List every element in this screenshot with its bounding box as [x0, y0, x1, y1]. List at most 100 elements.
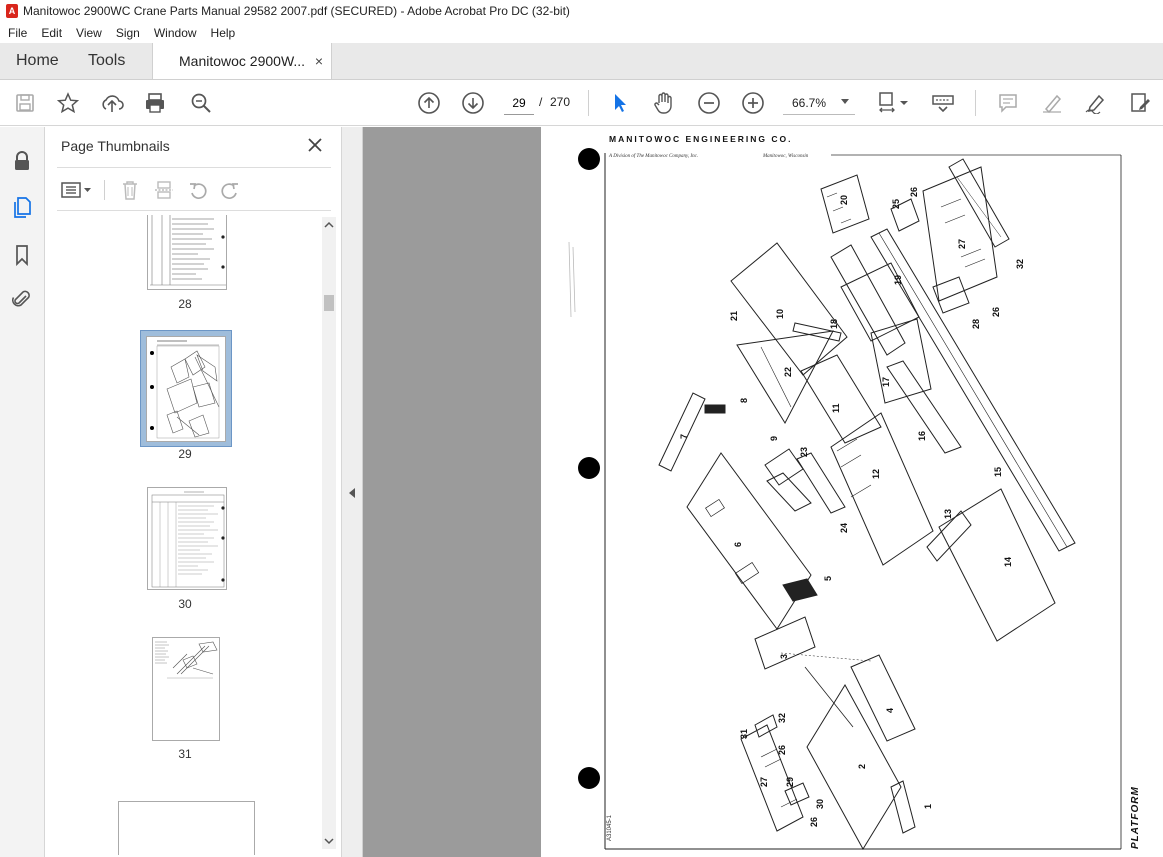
callout-5: 5 — [823, 576, 833, 581]
rotate-left-icon[interactable] — [187, 179, 209, 201]
menu-file[interactable]: File — [8, 26, 27, 40]
thumbnail-label: 29 — [178, 447, 192, 461]
previous-page-icon[interactable] — [417, 91, 441, 115]
callout-32b: 32 — [777, 713, 787, 723]
thumbnail-label: 28 — [178, 297, 192, 311]
print-icon[interactable] — [143, 91, 167, 115]
delete-page-icon[interactable] — [119, 179, 141, 201]
callout-32: 32 — [1015, 259, 1025, 269]
next-page-icon[interactable] — [461, 91, 485, 115]
callout-16: 16 — [917, 431, 927, 441]
thumbnail-label: 31 — [178, 747, 192, 761]
hand-tool-icon[interactable] — [652, 91, 676, 115]
total-pages: 270 — [550, 95, 571, 109]
panel-collapse-handle[interactable] — [342, 127, 363, 857]
callout-7: 7 — [679, 434, 689, 439]
thumbnail-page[interactable] — [152, 637, 220, 741]
callout-14: 14 — [1003, 557, 1013, 567]
title-bar: A Manitowoc 2900WC Crane Parts Manual 29… — [0, 0, 1163, 22]
rotate-right-icon[interactable] — [219, 179, 241, 201]
callout-17: 17 — [881, 377, 891, 387]
callout-26b: 26 — [991, 307, 1001, 317]
thumbnail-scrollbar[interactable] — [322, 217, 336, 849]
page-number-input[interactable] — [504, 91, 534, 115]
left-rail — [0, 127, 45, 857]
upload-cloud-icon[interactable] — [100, 91, 124, 115]
thumbnail-list[interactable]: 28 29 30 31 — [57, 215, 321, 855]
zoom-out-icon[interactable] — [697, 91, 721, 115]
select-cursor-icon[interactable] — [608, 91, 632, 115]
doc-header-sub-right: Manitowoc, Wisconsin — [762, 154, 809, 159]
menu-help[interactable]: Help — [211, 26, 236, 40]
callout-6: 6 — [733, 542, 743, 547]
sign-pen-icon[interactable] — [1084, 91, 1108, 115]
doc-header-title: MANITOWOC ENGINEERING CO. — [609, 134, 793, 144]
tab-tools[interactable]: Tools — [72, 43, 152, 79]
callout-29: 29 — [785, 777, 795, 787]
page-thumbnails-icon[interactable] — [10, 195, 34, 219]
zoom-select[interactable]: 66.7% — [783, 91, 855, 115]
close-icon[interactable] — [307, 137, 323, 153]
thumbnail-page-selected[interactable] — [146, 336, 226, 442]
options-menu-icon[interactable] — [59, 179, 95, 201]
scroll-thumb[interactable] — [324, 295, 334, 311]
menu-sign[interactable]: Sign — [116, 26, 140, 40]
comment-icon[interactable] — [996, 91, 1020, 115]
callout-19: 19 — [893, 275, 903, 285]
window-title: Manitowoc 2900WC Crane Parts Manual 2958… — [23, 4, 570, 18]
menu-bar: File Edit View Sign Window Help — [0, 22, 1163, 43]
chevron-down-icon[interactable] — [324, 837, 334, 845]
fit-page-icon[interactable] — [876, 91, 912, 115]
callout-30: 30 — [815, 799, 825, 809]
panel-toolbar — [57, 167, 331, 211]
star-icon[interactable] — [56, 91, 80, 115]
tab-home[interactable]: Home — [0, 43, 72, 79]
highlight-pen-icon[interactable] — [1040, 91, 1064, 115]
callout-18: 18 — [829, 319, 839, 329]
thumbnail-page[interactable] — [147, 487, 227, 590]
toolbar-divider — [588, 90, 589, 116]
thumbnail-page[interactable] — [147, 215, 227, 290]
chevron-up-icon[interactable] — [324, 221, 334, 229]
callout-22: 22 — [783, 367, 793, 377]
bookmark-icon[interactable] — [10, 243, 34, 267]
callout-27b: 27 — [759, 777, 769, 787]
zoom-value: 66.7% — [792, 95, 827, 110]
save-icon[interactable] — [13, 91, 37, 115]
callout-11: 11 — [831, 403, 841, 413]
keyboard-scroll-icon[interactable] — [931, 91, 955, 115]
callout-1: 1 — [923, 804, 933, 809]
tab-document-label: Manitowoc 2900W... — [179, 53, 306, 69]
chevron-down-icon — [841, 99, 849, 104]
callout-9: 9 — [769, 436, 779, 441]
callout-4: 4 — [885, 708, 895, 713]
callout-2: 2 — [857, 764, 867, 769]
callout-15: 15 — [993, 467, 1003, 477]
redact-tool-icon[interactable] — [1128, 91, 1152, 115]
callout-31: 31 — [739, 729, 749, 739]
lock-icon[interactable] — [10, 149, 34, 173]
thumbnails-panel: Page Thumbnails 28 29 30 31 — [45, 127, 342, 857]
callout-10: 10 — [775, 309, 785, 319]
tab-close-icon[interactable]: × — [315, 53, 323, 69]
panel-divider — [104, 180, 105, 200]
thumbnail-page[interactable] — [118, 801, 255, 855]
callout-23: 23 — [799, 447, 809, 457]
menu-window[interactable]: Window — [154, 26, 197, 40]
thumbnail-label: 30 — [178, 597, 192, 611]
menu-edit[interactable]: Edit — [41, 26, 62, 40]
panel-title: Page Thumbnails — [61, 138, 170, 154]
pdf-icon: A — [6, 4, 18, 18]
callout-28: 28 — [971, 319, 981, 329]
page-separator: / — [539, 95, 543, 109]
callout-13: 13 — [943, 509, 953, 519]
document-view[interactable]: MANITOWOC ENGINEERING CO. A Division of … — [363, 127, 1163, 857]
zoom-search-icon[interactable] — [189, 91, 213, 115]
part-callouts: 20 26 25 27 32 19 26 28 21 10 18 22 17 8… — [679, 187, 1025, 827]
insert-page-icon[interactable] — [153, 179, 175, 201]
menu-view[interactable]: View — [76, 26, 102, 40]
chevron-left-icon[interactable] — [348, 487, 356, 499]
tab-document[interactable]: Manitowoc 2900W... × — [152, 43, 332, 79]
attachment-icon[interactable] — [10, 287, 34, 311]
zoom-in-icon[interactable] — [741, 91, 765, 115]
